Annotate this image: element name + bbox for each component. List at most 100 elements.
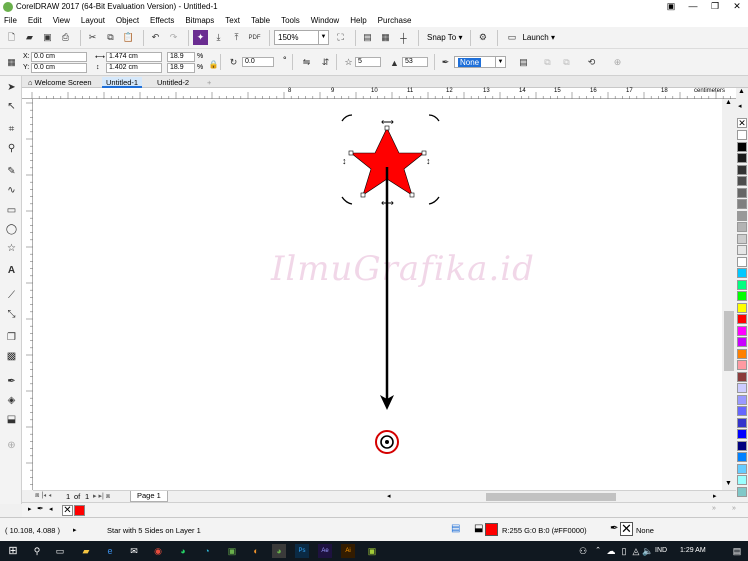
input-language[interactable]: IND [655, 547, 667, 554]
color-proofing-icon[interactable]: ▤ [451, 523, 460, 534]
mirror-horizontal-icon[interactable]: ⇋ [299, 55, 314, 70]
photoshop-icon[interactable]: Ps [295, 544, 309, 558]
smart-fill-icon[interactable]: ⬓ [4, 412, 19, 427]
palette-more-icon-2[interactable]: » [732, 505, 736, 512]
vertical-ruler[interactable] [22, 99, 33, 490]
palette-color-swatch[interactable] [737, 475, 747, 485]
ellipse-tool-icon[interactable]: ◯ [4, 222, 19, 237]
palette-color-swatch[interactable] [737, 302, 747, 313]
after-effects-icon[interactable]: Ae [318, 544, 332, 558]
parallel-dimension-icon[interactable]: ⟋ [4, 288, 19, 303]
onedrive-icon[interactable]: ☁ [604, 544, 618, 558]
palette-color-swatch[interactable] [737, 268, 747, 278]
menu-effects[interactable]: Effects [150, 16, 174, 25]
freehand-tool-icon[interactable]: ✎ [4, 164, 19, 179]
lock-ratio-icon[interactable]: 🔒 [206, 57, 221, 72]
import-icon[interactable]: ⤓ [211, 30, 226, 45]
rectangle-tool-icon[interactable]: ▭ [4, 203, 19, 218]
polygon-tool-icon[interactable]: ☆ [4, 241, 19, 256]
menu-view[interactable]: View [53, 16, 70, 25]
transparency-tool-icon[interactable]: ▩ [4, 349, 19, 364]
document-red-swatch[interactable] [74, 505, 85, 516]
menu-tools[interactable]: Tools [281, 16, 300, 25]
crop-tool-icon[interactable]: ⌗ [4, 122, 19, 137]
menu-table[interactable]: Table [251, 16, 270, 25]
x-position-field[interactable]: 0.0 cm [31, 52, 87, 62]
zoom-level-select[interactable]: 150% ▼ [274, 30, 329, 45]
outline-none-swatch[interactable]: ✕ [620, 522, 633, 536]
show-hidden-icons[interactable]: ⌃ [591, 544, 605, 558]
add-property-icon[interactable]: ⊕ [610, 55, 625, 70]
connector-tool-icon[interactable]: ⤡ [4, 307, 19, 322]
palette-color-swatch[interactable] [737, 210, 747, 221]
palette-color-swatch[interactable] [737, 164, 747, 175]
horizontal-scroll-thumb[interactable] [486, 493, 616, 501]
scroll-right-arrow[interactable]: ▸ [713, 492, 717, 500]
publish-pdf-icon[interactable]: PDF [247, 30, 262, 45]
cut-icon[interactable]: ✂ [85, 30, 100, 45]
palette-color-swatch[interactable] [737, 452, 747, 462]
open-folder-icon[interactable]: ▰ [22, 30, 37, 45]
gear-icon[interactable]: ⚙ [475, 30, 490, 45]
show-guidelines-icon[interactable]: ┼ [396, 30, 411, 45]
export-icon[interactable]: ⤒ [229, 30, 244, 45]
people-icon[interactable]: ⚇ [576, 544, 590, 558]
palette-color-swatch[interactable] [737, 348, 747, 359]
show-grid-icon[interactable]: ▦ [378, 30, 393, 45]
menu-text[interactable]: Text [225, 16, 240, 25]
text-wrap-icon[interactable]: ▤ [516, 55, 531, 70]
palette-color-swatch[interactable] [737, 176, 747, 186]
palette-color-swatch[interactable] [737, 325, 747, 336]
palette-color-swatch[interactable] [737, 394, 747, 405]
menu-layout[interactable]: Layout [81, 16, 105, 25]
scroll-down-arrow[interactable]: ▼ [725, 480, 732, 487]
app-icon-lime[interactable]: ▣ [365, 544, 379, 558]
action-center-icon[interactable]: ▤ [730, 544, 744, 558]
palette-flyout-icon[interactable]: ◂ [738, 102, 742, 110]
page-1-tab[interactable]: Page 1 [130, 491, 168, 502]
palette-color-swatch[interactable] [737, 245, 747, 255]
palette-color-swatch[interactable] [737, 314, 747, 324]
windows-start-icon[interactable]: ⊞ [6, 544, 20, 558]
star-points-field[interactable]: 5 [355, 57, 381, 67]
menu-purchase[interactable]: Purchase [378, 16, 412, 25]
help-icon[interactable]: ▣ [660, 0, 682, 13]
whatsapp-icon[interactable]: ◕ [176, 544, 190, 558]
palette-color-swatch[interactable] [737, 337, 747, 347]
redo-icon[interactable]: ↷ [166, 30, 181, 45]
outline-width-select[interactable]: None ▼ [454, 56, 506, 68]
paste-icon[interactable]: 📋 [121, 30, 136, 45]
y-position-field[interactable]: 0.0 cm [31, 63, 87, 73]
search-icon[interactable]: ⚲ [30, 544, 44, 558]
palette-scroll-up-icon[interactable]: ▲ [738, 88, 745, 95]
no-color-swatch[interactable]: ✕ [737, 118, 747, 128]
palette-color-swatch[interactable] [737, 440, 747, 451]
tab-welcome-screen[interactable]: ⌂ Welcome Screen [24, 77, 96, 88]
scale-y-field[interactable]: 18.9 [167, 63, 195, 73]
palette-color-swatch[interactable] [737, 199, 747, 209]
tab-untitled-2[interactable]: Untitled-2 [153, 77, 193, 88]
browser-icon[interactable]: ◔ [200, 544, 214, 558]
file-explorer-icon[interactable]: ▰ [79, 544, 93, 558]
no-color-swatch[interactable]: ✕ [62, 505, 73, 516]
status-menu-arrow[interactable]: ▸ [73, 526, 77, 534]
app-icon-orange[interactable]: ◐ [249, 544, 263, 558]
trim-icon[interactable]: ⧉ [559, 55, 574, 70]
fill-color-swatch[interactable] [485, 523, 498, 536]
palette-color-swatch[interactable] [737, 279, 747, 290]
menu-object[interactable]: Object [116, 16, 139, 25]
palette-color-swatch[interactable] [737, 360, 747, 370]
page-size-icon[interactable]: ▦ [4, 55, 19, 70]
coreldraw-taskbar-icon[interactable]: ◕ [272, 544, 286, 558]
volume-icon[interactable]: 🔈 [641, 544, 655, 558]
page-nav-next-buttons[interactable]: ▸ ▸| ⧈ [93, 492, 110, 501]
new-document-icon[interactable]: 🗋 [4, 30, 19, 45]
flyout-arrow-icon[interactable]: ▸ [28, 505, 32, 513]
add-tab-icon[interactable]: + [203, 77, 215, 88]
mirror-vertical-icon[interactable]: ⇵ [318, 55, 333, 70]
menu-window[interactable]: Window [311, 16, 339, 25]
palette-color-swatch[interactable] [737, 429, 747, 439]
illustrator-icon[interactable]: Ai [341, 544, 355, 558]
artistic-media-icon[interactable]: ∿ [4, 183, 19, 198]
palette-color-swatch[interactable] [737, 256, 747, 267]
